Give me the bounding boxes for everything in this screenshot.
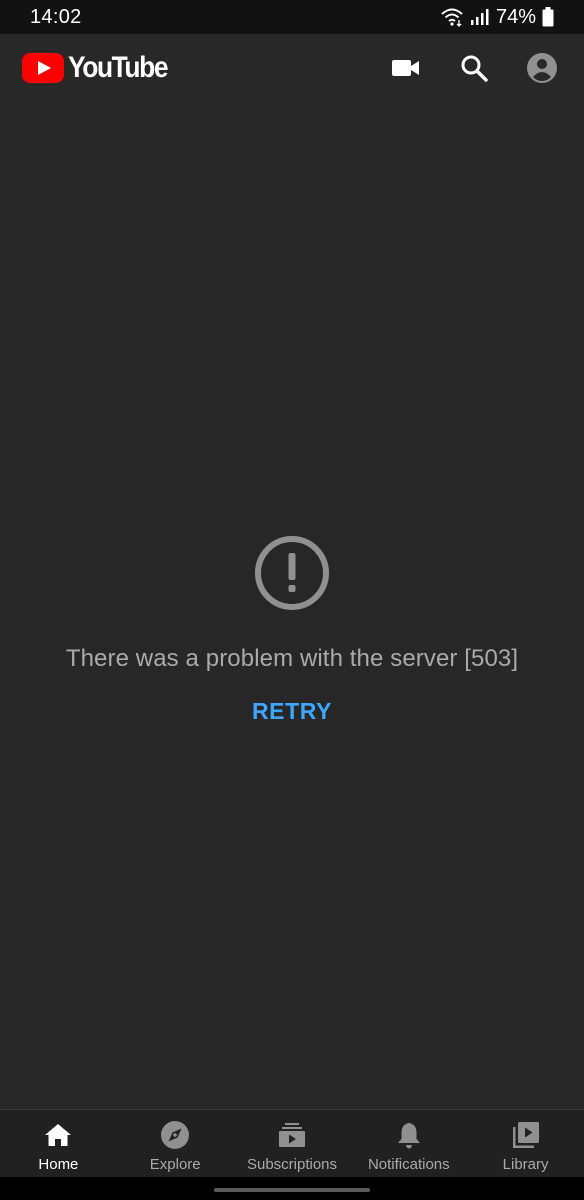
nav-item-notifications[interactable]: Notifications [350,1110,467,1177]
nav-label-subscriptions: Subscriptions [246,1156,338,1173]
battery-icon [542,7,554,27]
gesture-handle[interactable] [214,1188,370,1192]
retry-button[interactable]: RETRY [252,698,332,725]
subscriptions-icon [278,1123,305,1147]
bottom-nav: Home Explore Subscriptions Notifications… [0,1109,584,1177]
nav-item-subscriptions[interactable]: Subscriptions [234,1110,351,1177]
status-bar: 14:02 74% [0,0,584,34]
app-header: YouTube [0,34,584,102]
nav-item-explore[interactable]: Explore [117,1110,234,1177]
error-icon [255,536,329,610]
nav-label-explore: Explore [149,1156,201,1173]
bell-icon [397,1123,420,1149]
wifi-icon [441,8,463,27]
nav-item-home[interactable]: Home [0,1110,117,1177]
account-icon [527,53,557,83]
youtube-play-icon [22,53,64,83]
status-time: 14:02 [30,5,82,28]
camera-icon [392,60,419,76]
main-content: There was a problem with the server [503… [0,102,584,1109]
nav-label-home: Home [38,1156,79,1173]
library-icon [512,1122,539,1148]
search-button[interactable] [456,50,492,86]
status-icons: 74% [440,6,554,29]
error-block: There was a problem with the server [503… [0,534,584,725]
youtube-logo[interactable]: YouTube [22,51,181,85]
nav-item-library[interactable]: Library [467,1110,584,1177]
battery-percent: 74% [495,5,536,28]
nav-label-library: Library [502,1156,549,1173]
signal-icon [470,9,489,25]
gesture-bar [0,1177,584,1200]
account-button[interactable] [524,50,560,86]
youtube-screen: 14:02 74% YouTube There was a problem wi… [0,0,584,1200]
header-actions [356,50,560,86]
search-icon [461,55,488,82]
camera-button[interactable] [388,50,424,86]
error-message: There was a problem with the server [503… [65,645,519,672]
compass-icon [161,1121,190,1149]
nav-label-notifications: Notifications [367,1156,450,1173]
home-icon [45,1124,72,1146]
youtube-logo-text: YouTube [68,51,169,84]
